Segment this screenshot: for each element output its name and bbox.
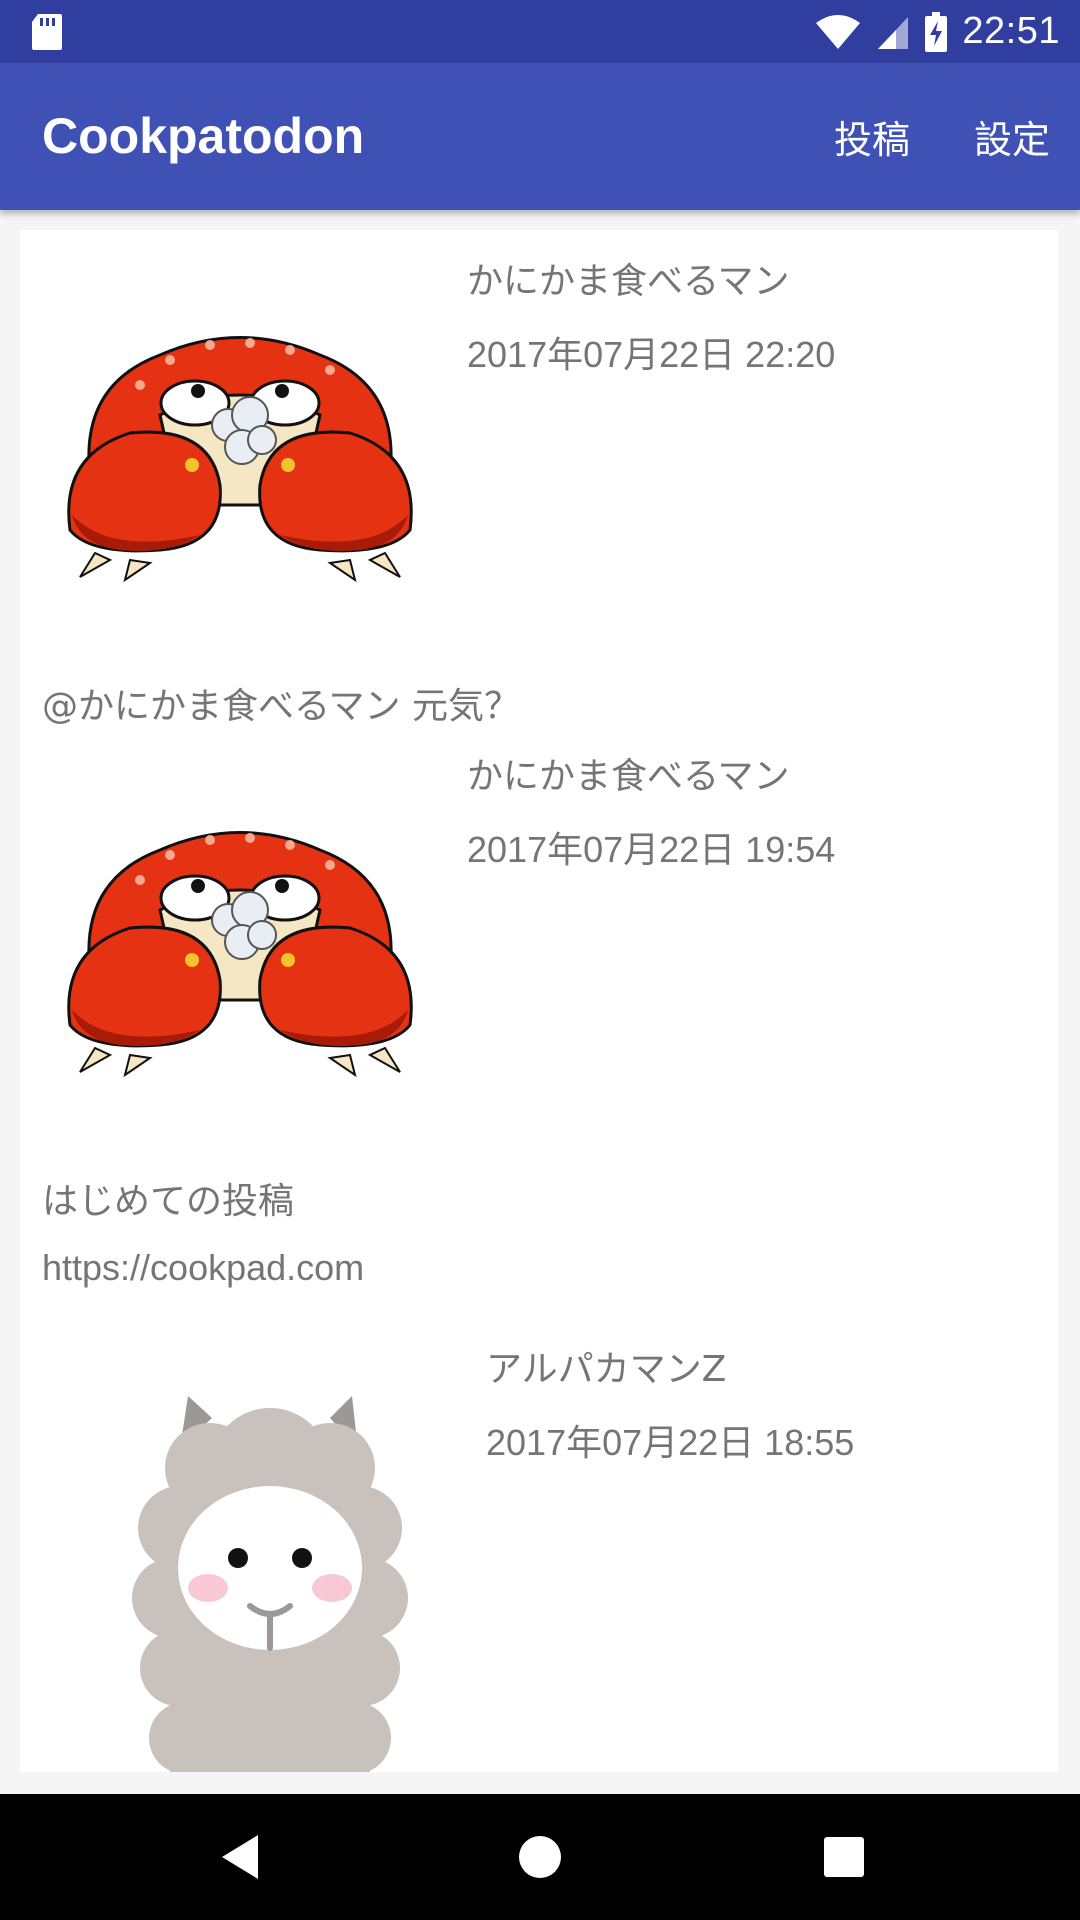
crab-avatar — [67, 336, 413, 583]
sd-card-icon — [32, 14, 62, 50]
battery-charging-icon — [925, 11, 948, 52]
timeline-post[interactable]: かにかま食べるマン 2017年07月22日 19:54 はじめての投稿 http… — [20, 725, 1058, 1335]
back-icon[interactable] — [210, 1827, 270, 1887]
crab-avatar — [67, 831, 413, 1078]
clock: 22:51 — [962, 10, 1060, 52]
post-timestamp: 2017年07月22日 18:55 — [486, 1422, 855, 1463]
post-timestamp: 2017年07月22日 19:54 — [467, 829, 836, 870]
post-author[interactable]: かにかま食べるマン — [467, 747, 790, 799]
post-body: はじめての投稿 — [42, 1181, 295, 1222]
post-author[interactable]: アルパカマンZ — [486, 1340, 726, 1392]
home-icon[interactable] — [510, 1827, 570, 1887]
app-bar: Cookpatodon 投稿 設定 — [0, 63, 1080, 210]
system-tray: 22:51 — [814, 0, 1060, 63]
post-button[interactable]: 投稿 — [834, 109, 910, 164]
cell-signal-icon — [878, 16, 909, 49]
app-title: Cookpatodon — [42, 108, 365, 164]
timeline-card: かにかま食べるマン 2017年07月22日 22:20 @かにかま食べるマン 元… — [20, 230, 1058, 1772]
wifi-icon — [816, 14, 861, 49]
post-timestamp: 2017年07月22日 22:20 — [467, 334, 836, 375]
post-body: @かにかま食べるマン 元気？ — [42, 686, 521, 727]
status-bar: 22:51 — [0, 0, 1080, 63]
app-actions: 投稿 設定 — [834, 63, 1050, 210]
alpaca-avatar — [132, 1396, 408, 1772]
post-link[interactable]: https://cookpad.com — [42, 1247, 364, 1289]
recents-icon[interactable] — [814, 1827, 874, 1887]
settings-button[interactable]: 設定 — [974, 109, 1050, 164]
post-author[interactable]: かにかま食べるマン — [467, 252, 790, 304]
timeline-post[interactable]: アルパカマンZ 2017年07月22日 18:55 — [20, 1318, 1058, 1772]
timeline-post[interactable]: かにかま食べるマン 2017年07月22日 22:20 @かにかま食べるマン 元… — [20, 230, 1058, 727]
navigation-bar — [0, 1794, 1080, 1920]
